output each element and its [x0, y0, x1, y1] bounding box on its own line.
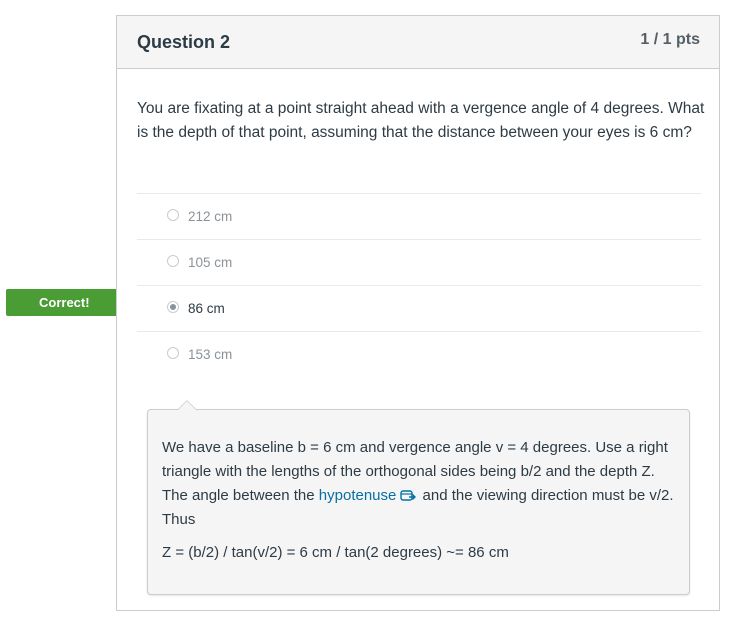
answer-option-212[interactable]: 212 cm	[137, 193, 701, 239]
answer-label: 86 cm	[188, 301, 225, 316]
answer-option-153[interactable]: 153 cm	[137, 331, 701, 377]
answer-label: 153 cm	[188, 347, 233, 362]
answer-label: 105 cm	[188, 255, 233, 270]
correct-answer-tag: Correct!	[6, 289, 131, 316]
radio-button[interactable]	[167, 255, 179, 267]
radio-button-selected[interactable]	[167, 301, 179, 313]
question-header: Question 2 1 / 1 pts	[117, 16, 719, 69]
quiz-page: Correct! Question 2 1 / 1 pts You are fi…	[0, 0, 749, 624]
external-link-icon[interactable]	[400, 489, 417, 502]
comment-text: We have a baseline b = 6 cm and vergence…	[162, 436, 682, 532]
radio-button[interactable]	[167, 209, 179, 221]
answer-label: 212 cm	[188, 209, 233, 224]
comment-formula: Z = (b/2) / tan(v/2) = 6 cm / tan(2 degr…	[162, 544, 509, 561]
radio-button[interactable]	[167, 347, 179, 359]
answer-option-86[interactable]: 86 cm	[137, 285, 701, 331]
question-title: Question 2	[137, 32, 231, 52]
answer-list: 212 cm 105 cm 86 cm 153 cm	[137, 193, 701, 377]
question-points: 1 / 1 pts	[640, 31, 700, 48]
hypotenuse-link[interactable]: hypotenuse	[319, 487, 397, 504]
answer-option-105[interactable]: 105 cm	[137, 239, 701, 285]
answer-comment: We have a baseline b = 6 cm and vergence…	[147, 400, 690, 595]
question-text: You are fixating at a point straight ahe…	[137, 100, 705, 141]
